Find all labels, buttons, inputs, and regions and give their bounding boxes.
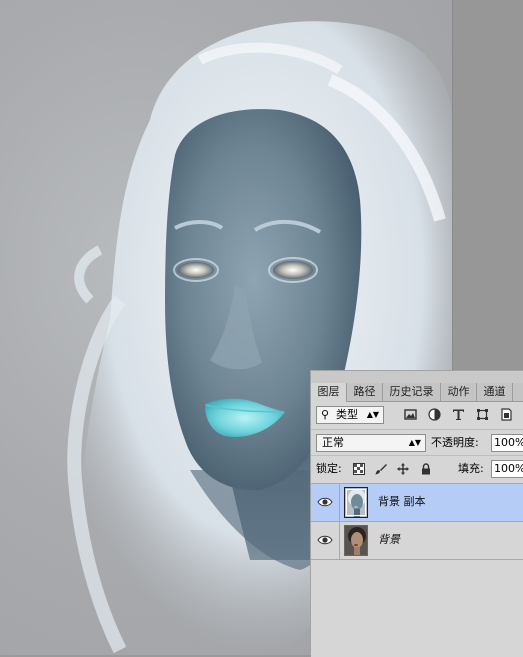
layer-row-background-copy[interactable]: 背景 副本 [311, 483, 523, 521]
layer-filter-label: 类型 [336, 408, 358, 421]
layer-row-background[interactable]: 背景 [311, 521, 523, 559]
layer-divider [339, 522, 340, 559]
layer-thumbnail[interactable] [344, 487, 368, 518]
smart-object-filter-icon[interactable] [500, 408, 513, 421]
lock-all-icon[interactable] [420, 463, 432, 475]
lock-position-icon[interactable] [397, 463, 409, 475]
lock-row: 锁定: 填充: 100% [311, 455, 523, 482]
type-filter-icon[interactable] [452, 408, 465, 421]
layer-divider [339, 484, 340, 521]
lock-label: 锁定: [316, 462, 342, 475]
layer-thumbnail[interactable] [344, 525, 368, 556]
select-arrows-icon: ▲▼ [366, 410, 379, 419]
fill-label: 填充: [458, 462, 484, 475]
fill-field[interactable]: 100% [491, 460, 523, 478]
visibility-eye-icon[interactable] [317, 534, 333, 546]
layer-name[interactable]: 背景 [378, 533, 400, 547]
tab-layers[interactable]: 图层 [311, 383, 347, 402]
tab-history[interactable]: 历史记录 [383, 383, 441, 401]
panel-title-strip[interactable] [311, 371, 523, 383]
canvas-background-area [453, 0, 523, 370]
adjustment-filter-icon[interactable] [428, 408, 441, 421]
search-icon: ⚲ [321, 408, 330, 421]
lock-pixels-icon[interactable] [375, 463, 387, 475]
layer-name[interactable]: 背景 副本 [378, 495, 426, 509]
layer-filter-select[interactable]: ⚲ 类型 ▲▼ [316, 406, 384, 424]
opacity-field[interactable]: 100% [491, 434, 523, 452]
opacity-label: 不透明度: [431, 436, 479, 449]
tab-paths[interactable]: 路径 [347, 383, 383, 401]
canvas-edge-divider [452, 0, 453, 370]
layers-panel: 图层 路径 历史记录 动作 通道 ⚲ 类型 ▲▼ 正常 ▲▼ 不透明度: 100… [310, 370, 523, 657]
lock-transparent-icon[interactable] [353, 463, 365, 475]
layer-filter-row: ⚲ 类型 ▲▼ [311, 402, 523, 429]
visibility-eye-icon[interactable] [317, 496, 333, 508]
layers-list-empty-area [311, 559, 523, 657]
tab-channels[interactable]: 通道 [477, 383, 513, 401]
image-filter-icon[interactable] [404, 408, 417, 421]
blend-mode-select[interactable]: 正常 ▲▼ [316, 434, 426, 452]
tab-actions[interactable]: 动作 [441, 383, 477, 401]
select-arrows-icon: ▲▼ [408, 438, 421, 447]
shape-filter-icon[interactable] [476, 408, 489, 421]
blend-mode-row: 正常 ▲▼ 不透明度: 100% [311, 429, 523, 456]
blend-mode-value: 正常 [322, 436, 344, 449]
panel-tab-bar: 图层 路径 历史记录 动作 通道 [311, 383, 523, 402]
